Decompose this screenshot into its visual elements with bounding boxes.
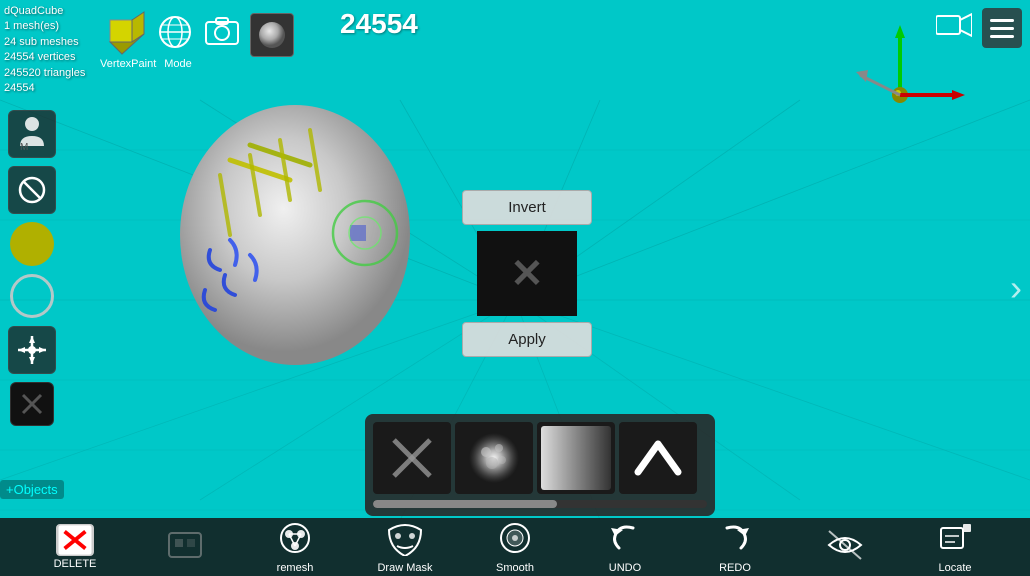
- draw-mask-button[interactable]: Draw Mask: [375, 520, 435, 574]
- cube-icon-btn[interactable]: [98, 8, 146, 61]
- brush-item-noise[interactable]: [455, 422, 533, 494]
- misc-svg-icon: [167, 529, 203, 561]
- svg-text:M: M: [20, 142, 28, 152]
- redo-button[interactable]: REDO: [705, 520, 765, 574]
- screenshot-icon: [204, 14, 240, 50]
- brush-item-gradient[interactable]: [537, 422, 615, 494]
- brush-preview-square: ✕: [477, 231, 577, 316]
- orientation-gizmo: [830, 20, 970, 120]
- no-tool-btn[interactable]: [8, 166, 56, 214]
- mask-svg-icon: [385, 520, 425, 556]
- x-icon: [20, 392, 44, 416]
- globe-icon: [156, 13, 194, 51]
- brush-items-row: [373, 422, 707, 494]
- mesh-count: 1 mesh(es): [4, 19, 85, 34]
- gizmo-svg: [830, 20, 970, 120]
- color-dot-yellow[interactable]: [10, 222, 54, 266]
- noise-brush-icon: [464, 428, 524, 488]
- right-nav-button[interactable]: ›: [1010, 267, 1022, 309]
- redo-icon: [715, 520, 755, 560]
- invert-apply-panel: Invert ✕ Apply: [462, 190, 592, 357]
- remesh-svg-icon: [275, 520, 315, 556]
- delete-button[interactable]: DELETE: [45, 524, 105, 570]
- smooth-button[interactable]: Smooth: [485, 520, 545, 574]
- brush-progress-fill: [373, 500, 557, 508]
- mesh-name: dQuadCube: [4, 4, 85, 19]
- smooth-icon: [495, 520, 535, 560]
- remesh-button[interactable]: remesh: [265, 520, 325, 574]
- move-tool-btn[interactable]: [8, 326, 56, 374]
- objects-button[interactable]: +Objects: [0, 480, 64, 499]
- delete-icon: [56, 524, 94, 556]
- draw-mask-icon: [385, 520, 425, 560]
- brush-palette: [365, 414, 715, 516]
- triangle-count: 245520 triangles: [4, 66, 85, 81]
- cube-icon: [98, 8, 146, 56]
- sub-mesh-count: 24 sub meshes: [4, 35, 85, 50]
- hamburger-line-2: [990, 27, 1014, 30]
- invert-button[interactable]: Invert: [462, 190, 592, 225]
- locate-icon: [935, 520, 975, 560]
- cross-tool-btn[interactable]: [10, 382, 54, 426]
- eye-svg-icon: [825, 527, 865, 563]
- chevron-brush-icon: [632, 432, 684, 484]
- locate-button[interactable]: Locate: [925, 520, 985, 574]
- vertex-counter-display: 24554: [340, 8, 418, 40]
- left-toolbar: M: [8, 110, 56, 426]
- cross-brush-icon: [390, 436, 434, 480]
- hamburger-line-1: [990, 19, 1014, 22]
- slash-circle-icon: [18, 176, 46, 204]
- brush-item-chevron[interactable]: [619, 422, 697, 494]
- brush-cross-icon: ✕: [510, 254, 544, 294]
- sphere-thumbnail: [250, 13, 294, 57]
- apply-button[interactable]: Apply: [462, 322, 592, 357]
- character-tool-btn[interactable]: M: [8, 110, 56, 158]
- hamburger-menu-button[interactable]: [982, 8, 1022, 48]
- sphere-icon: [256, 19, 288, 51]
- delete-svg-icon: [58, 524, 92, 556]
- extra-count: 24554: [4, 81, 85, 96]
- bottom-toolbar: DELETE remesh: [0, 518, 1030, 576]
- smooth-svg-icon: [495, 520, 535, 556]
- model-svg: [150, 80, 450, 400]
- redo-svg-icon: [715, 520, 755, 556]
- globe-icon-btn[interactable]: [156, 13, 194, 56]
- eye-icon: [825, 527, 865, 567]
- person-icon: M: [17, 116, 47, 152]
- brush-progress-bar[interactable]: [373, 500, 707, 508]
- misc-icon: [167, 529, 203, 565]
- move-icon: [16, 334, 48, 366]
- top-icons-row: [98, 8, 294, 61]
- undo-icon: [605, 520, 645, 560]
- 3d-model-area[interactable]: [150, 80, 500, 430]
- undo-button[interactable]: UNDO: [595, 520, 655, 574]
- misc-icon-btn[interactable]: [155, 529, 215, 565]
- hamburger-line-3: [990, 35, 1014, 38]
- ring-tool-btn[interactable]: [10, 274, 54, 318]
- vertex-count: 24554 vertices: [4, 50, 85, 65]
- hide-button[interactable]: [815, 527, 875, 567]
- scene-info: dQuadCube 1 mesh(es) 24 sub meshes 24554…: [4, 4, 85, 96]
- gradient-brush-preview: [541, 426, 611, 490]
- screenshot-icon-btn[interactable]: [204, 14, 240, 55]
- remesh-icon: [275, 520, 315, 560]
- undo-svg-icon: [605, 520, 645, 556]
- locate-svg-icon: [935, 520, 975, 556]
- brush-item-cross[interactable]: [373, 422, 451, 494]
- vertex-paint-mode-label: VertexPaint Mode: [100, 58, 192, 70]
